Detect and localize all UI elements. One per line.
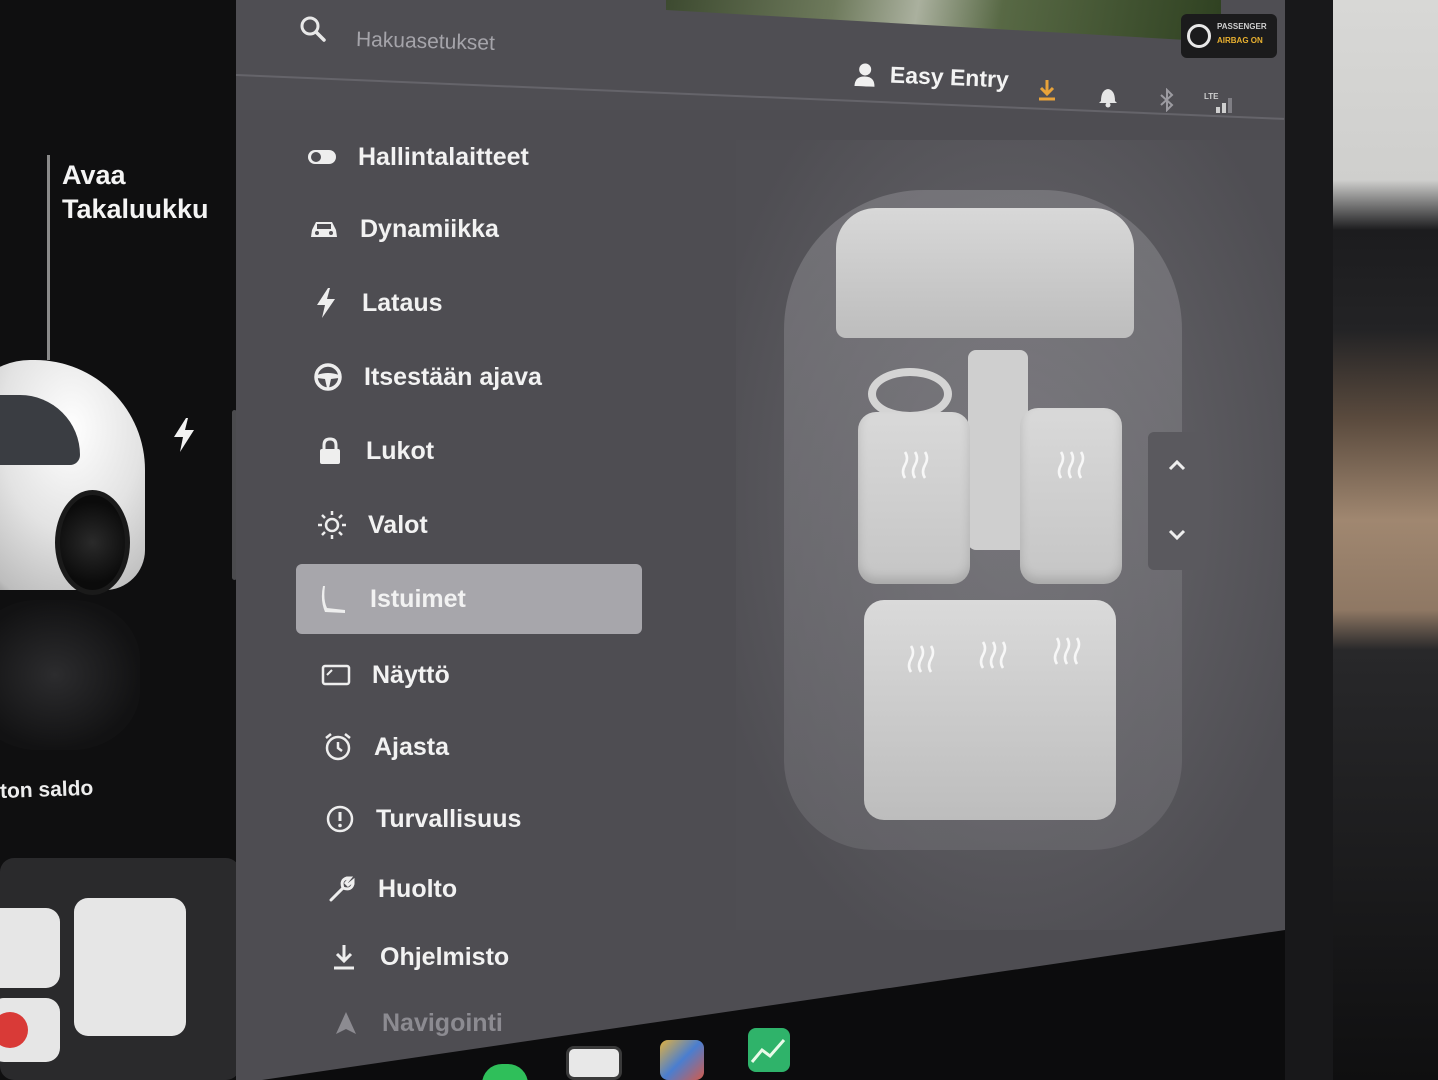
car-status-panel: Avaa Takaluukku ton saldo bbox=[0, 0, 240, 1080]
bluetooth-icon[interactable] bbox=[1156, 88, 1178, 112]
display-bezel bbox=[1285, 0, 1333, 1080]
dock-app-stocks[interactable] bbox=[748, 1028, 790, 1072]
menu-item-display[interactable]: Näyttö bbox=[310, 646, 656, 704]
menu-item-navigation[interactable]: Navigointi bbox=[320, 994, 666, 1052]
download-icon bbox=[328, 941, 360, 973]
balance-label: ton saldo bbox=[0, 776, 94, 803]
menu-item-label: Navigointi bbox=[382, 1008, 503, 1037]
volume-muted-icon[interactable] bbox=[998, 996, 1040, 1030]
passenger-seat[interactable] bbox=[1020, 408, 1122, 584]
bell-icon[interactable] bbox=[1097, 84, 1119, 108]
menu-item-label: Istuimet bbox=[370, 584, 466, 613]
seat-heater-mini-card[interactable] bbox=[0, 858, 240, 1080]
menu-item-software[interactable]: Ohjelmisto bbox=[318, 928, 664, 986]
menu-item-label: Ajasta bbox=[374, 732, 450, 761]
menu-item-service[interactable]: Huolto bbox=[316, 860, 662, 918]
chevron-up-icon bbox=[1168, 459, 1186, 471]
seat-heater-rear-left-icon[interactable] bbox=[904, 642, 938, 676]
lock-icon bbox=[314, 435, 346, 467]
car-icon bbox=[308, 213, 340, 245]
seat-up-button[interactable] bbox=[1148, 432, 1206, 498]
menu-item-label: Lataus bbox=[362, 288, 443, 317]
mini-seat-rear bbox=[74, 898, 186, 1036]
menu-item-label: Lukot bbox=[366, 436, 435, 465]
car-reflection bbox=[0, 600, 140, 750]
menu-item-schedule[interactable]: Ajasta bbox=[312, 718, 658, 776]
profile-name: Easy Entry bbox=[889, 61, 1010, 93]
windshield bbox=[836, 208, 1134, 338]
person-icon bbox=[854, 62, 875, 87]
dock-app-phone[interactable] bbox=[482, 1064, 528, 1080]
seat-adjust-pad bbox=[1148, 432, 1206, 570]
seat-heater-rear-center-icon[interactable] bbox=[976, 638, 1010, 672]
tailgate-pointer-line bbox=[47, 155, 50, 360]
charge-port-icon[interactable] bbox=[172, 418, 196, 452]
tailgate-label-line1: Avaa bbox=[62, 160, 126, 190]
car-wheel bbox=[55, 490, 130, 595]
seat-heater-rear-right-icon[interactable] bbox=[1050, 634, 1084, 668]
alert-circle-icon bbox=[324, 803, 356, 835]
dock-next-arrow[interactable]: › bbox=[1078, 988, 1085, 1011]
menu-item-lights[interactable]: Valot bbox=[306, 496, 652, 554]
seat-heater-passenger-icon[interactable] bbox=[1054, 448, 1088, 482]
car-interior-background bbox=[1333, 0, 1438, 1080]
tailgate-label-line2: Takaluukku bbox=[62, 194, 209, 224]
airbag-icon bbox=[1187, 24, 1211, 48]
display-icon bbox=[320, 659, 352, 691]
dock-app-cards[interactable] bbox=[566, 1046, 622, 1080]
menu-item-label: Ohjelmisto bbox=[380, 942, 510, 971]
menu-item-label: Valot bbox=[368, 510, 428, 539]
chart-line-icon bbox=[750, 1039, 786, 1063]
menu-item-locks[interactable]: Lukot bbox=[304, 422, 650, 480]
dock-prev-arrow[interactable]: ‹ bbox=[951, 1006, 958, 1029]
search-icon[interactable] bbox=[298, 14, 328, 44]
menu-item-label: Huolto bbox=[378, 874, 458, 903]
rear-seat-bench bbox=[864, 600, 1116, 820]
svg-text:LTE: LTE bbox=[1204, 92, 1219, 101]
menu-item-safety[interactable]: Turvallisuus bbox=[314, 790, 660, 848]
navigation-icon bbox=[330, 1007, 362, 1039]
chevron-down-icon bbox=[1168, 529, 1186, 541]
menu-item-charging[interactable]: Lataus bbox=[300, 274, 646, 332]
menu-item-label: Itsestään ajava bbox=[364, 362, 542, 391]
menu-item-label: Näyttö bbox=[372, 660, 450, 689]
driver-seat[interactable] bbox=[858, 412, 970, 584]
menu-item-label: Turvallisuus bbox=[376, 804, 522, 833]
menu-item-seats[interactable]: Istuimet bbox=[296, 564, 642, 634]
download-icon[interactable] bbox=[1036, 78, 1058, 102]
sun-icon bbox=[316, 509, 348, 541]
mini-seat-front-left bbox=[0, 908, 60, 988]
seat-icon bbox=[318, 583, 350, 615]
airbag-text-line2: AIRBAG ON bbox=[1217, 36, 1263, 45]
open-tailgate-button[interactable]: Avaa Takaluukku bbox=[62, 158, 209, 226]
menu-item-label: Hallintalaitteet bbox=[358, 142, 529, 171]
passenger-airbag-indicator: PASSENGER AIRBAG ON bbox=[1181, 14, 1277, 58]
menu-item-label: Dynamiikka bbox=[360, 214, 499, 243]
center-console bbox=[968, 350, 1028, 550]
toggle-icon bbox=[306, 141, 338, 173]
menu-item-controls[interactable]: Hallintalaitteet bbox=[296, 128, 642, 186]
alarm-clock-icon bbox=[322, 731, 354, 763]
menu-item-dynamics[interactable]: Dynamiikka bbox=[298, 200, 644, 258]
seat-down-button[interactable] bbox=[1148, 502, 1206, 568]
steering-wheel-icon bbox=[312, 361, 344, 393]
settings-screen: PASSENGER AIRBAG ON Easy Entry LTE bbox=[236, 0, 1285, 1080]
lte-signal-icon: LTE bbox=[1204, 92, 1232, 113]
wrench-icon bbox=[326, 873, 358, 905]
bolt-icon bbox=[310, 287, 342, 319]
menu-item-autopilot[interactable]: Itsestään ajava bbox=[302, 348, 648, 406]
airbag-text-line1: PASSENGER bbox=[1217, 22, 1267, 31]
seat-heater-driver-icon[interactable] bbox=[898, 448, 932, 482]
dock-app-toybox[interactable] bbox=[660, 1040, 704, 1080]
